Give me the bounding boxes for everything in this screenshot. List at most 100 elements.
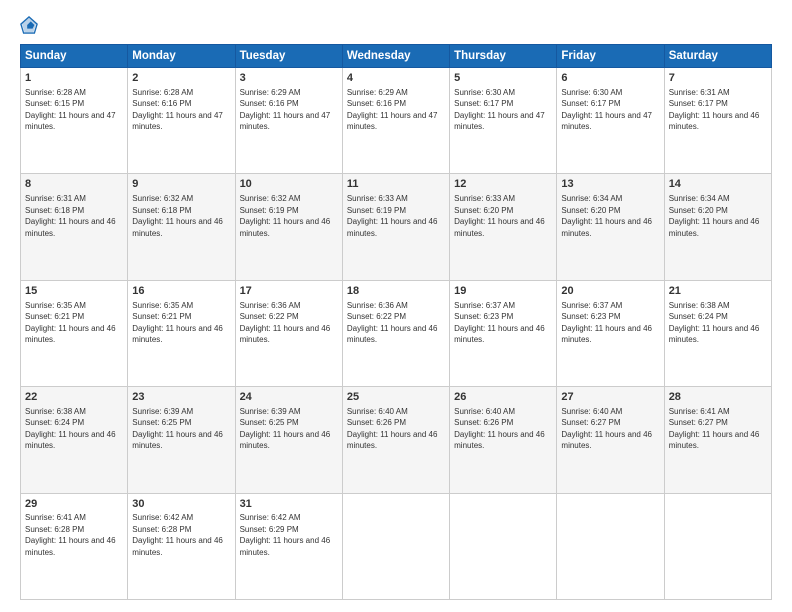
- day-info: Sunrise: 6:42 AMSunset: 6:29 PMDaylight:…: [240, 513, 331, 556]
- day-number: 13: [561, 177, 659, 192]
- calendar-day-header: Sunday: [21, 45, 128, 68]
- day-number: 9: [132, 177, 230, 192]
- day-number: 5: [454, 71, 552, 86]
- day-number: 17: [240, 284, 338, 299]
- calendar-cell: 9 Sunrise: 6:32 AMSunset: 6:18 PMDaylight…: [128, 174, 235, 280]
- calendar-week-row: 1 Sunrise: 6:28 AMSunset: 6:15 PMDaylight…: [21, 68, 772, 174]
- calendar-cell: 24 Sunrise: 6:39 AMSunset: 6:25 PMDayligh…: [235, 387, 342, 493]
- day-number: 3: [240, 71, 338, 86]
- day-info: Sunrise: 6:32 AMSunset: 6:19 PMDaylight:…: [240, 194, 331, 237]
- day-number: 14: [669, 177, 767, 192]
- day-number: 7: [669, 71, 767, 86]
- calendar-cell: 10Sunrise: 6:32 AMSunset: 6:19 PMDayligh…: [235, 174, 342, 280]
- day-number: 31: [240, 497, 338, 512]
- day-info: Sunrise: 6:34 AMSunset: 6:20 PMDaylight:…: [669, 194, 760, 237]
- day-info: Sunrise: 6:30 AMSunset: 6:17 PMDaylight:…: [561, 88, 652, 131]
- day-number: 12: [454, 177, 552, 192]
- day-info: Sunrise: 6:31 AMSunset: 6:17 PMDaylight:…: [669, 88, 760, 131]
- day-info: Sunrise: 6:41 AMSunset: 6:27 PMDaylight:…: [669, 407, 760, 450]
- day-info: Sunrise: 6:32 AMSunset: 6:18 PMDaylight:…: [132, 194, 223, 237]
- calendar-cell: 23 Sunrise: 6:39 AMSunset: 6:25 PMDayligh…: [128, 387, 235, 493]
- calendar-cell: [342, 493, 449, 599]
- calendar-day-header: Saturday: [664, 45, 771, 68]
- calendar-cell: 3Sunrise: 6:29 AMSunset: 6:16 PMDaylight…: [235, 68, 342, 174]
- calendar-cell: 14 Sunrise: 6:34 AMSunset: 6:20 PMDayligh…: [664, 174, 771, 280]
- calendar-cell: 27 Sunrise: 6:40 AMSunset: 6:27 PMDayligh…: [557, 387, 664, 493]
- calendar-cell: 16 Sunrise: 6:35 AMSunset: 6:21 PMDayligh…: [128, 280, 235, 386]
- calendar-cell: 11 Sunrise: 6:33 AMSunset: 6:19 PMDayligh…: [342, 174, 449, 280]
- day-info: Sunrise: 6:38 AMSunset: 6:24 PMDaylight:…: [25, 407, 116, 450]
- day-number: 22: [25, 390, 123, 405]
- day-info: Sunrise: 6:39 AMSunset: 6:25 PMDaylight:…: [240, 407, 331, 450]
- logo-icon: [20, 16, 38, 34]
- day-info: Sunrise: 6:42 AMSunset: 6:28 PMDaylight:…: [132, 513, 223, 556]
- day-info: Sunrise: 6:36 AMSunset: 6:22 PMDaylight:…: [240, 301, 331, 344]
- calendar-cell: [450, 493, 557, 599]
- day-info: Sunrise: 6:29 AMSunset: 6:16 PMDaylight:…: [347, 88, 438, 131]
- day-info: Sunrise: 6:34 AMSunset: 6:20 PMDaylight:…: [561, 194, 652, 237]
- day-info: Sunrise: 6:36 AMSunset: 6:22 PMDaylight:…: [347, 301, 438, 344]
- logo: [20, 16, 46, 34]
- day-number: 23: [132, 390, 230, 405]
- calendar-cell: 4 Sunrise: 6:29 AMSunset: 6:16 PMDaylight…: [342, 68, 449, 174]
- day-info: Sunrise: 6:28 AMSunset: 6:15 PMDaylight:…: [25, 88, 116, 131]
- calendar-cell: 2Sunrise: 6:28 AMSunset: 6:16 PMDaylight…: [128, 68, 235, 174]
- calendar-day-header: Thursday: [450, 45, 557, 68]
- day-number: 16: [132, 284, 230, 299]
- calendar-header-row: SundayMondayTuesdayWednesdayThursdayFrid…: [21, 45, 772, 68]
- day-info: Sunrise: 6:37 AMSunset: 6:23 PMDaylight:…: [561, 301, 652, 344]
- calendar-cell: 13 Sunrise: 6:34 AMSunset: 6:20 PMDayligh…: [557, 174, 664, 280]
- calendar-cell: 29Sunrise: 6:41 AMSunset: 6:28 PMDayligh…: [21, 493, 128, 599]
- day-number: 11: [347, 177, 445, 192]
- calendar-week-row: 29Sunrise: 6:41 AMSunset: 6:28 PMDayligh…: [21, 493, 772, 599]
- calendar-cell: 7 Sunrise: 6:31 AMSunset: 6:17 PMDaylight…: [664, 68, 771, 174]
- calendar-cell: 22 Sunrise: 6:38 AMSunset: 6:24 PMDayligh…: [21, 387, 128, 493]
- day-number: 6: [561, 71, 659, 86]
- day-number: 4: [347, 71, 445, 86]
- calendar-day-header: Wednesday: [342, 45, 449, 68]
- day-number: 20: [561, 284, 659, 299]
- day-number: 25: [347, 390, 445, 405]
- day-info: Sunrise: 6:41 AMSunset: 6:28 PMDaylight:…: [25, 513, 116, 556]
- calendar-cell: 12Sunrise: 6:33 AMSunset: 6:20 PMDayligh…: [450, 174, 557, 280]
- calendar-cell: 5 Sunrise: 6:30 AMSunset: 6:17 PMDaylight…: [450, 68, 557, 174]
- day-number: 21: [669, 284, 767, 299]
- day-info: Sunrise: 6:40 AMSunset: 6:27 PMDaylight:…: [561, 407, 652, 450]
- day-info: Sunrise: 6:38 AMSunset: 6:24 PMDaylight:…: [669, 301, 760, 344]
- calendar-cell: 15Sunrise: 6:35 AMSunset: 6:21 PMDayligh…: [21, 280, 128, 386]
- calendar-week-row: 22 Sunrise: 6:38 AMSunset: 6:24 PMDayligh…: [21, 387, 772, 493]
- calendar-cell: 30Sunrise: 6:42 AMSunset: 6:28 PMDayligh…: [128, 493, 235, 599]
- day-info: Sunrise: 6:40 AMSunset: 6:26 PMDaylight:…: [454, 407, 545, 450]
- calendar-cell: 18 Sunrise: 6:36 AMSunset: 6:22 PMDayligh…: [342, 280, 449, 386]
- calendar-cell: 26 Sunrise: 6:40 AMSunset: 6:26 PMDayligh…: [450, 387, 557, 493]
- day-info: Sunrise: 6:30 AMSunset: 6:17 PMDaylight:…: [454, 88, 545, 131]
- day-info: Sunrise: 6:33 AMSunset: 6:19 PMDaylight:…: [347, 194, 438, 237]
- calendar-day-header: Tuesday: [235, 45, 342, 68]
- header: [20, 16, 772, 34]
- day-number: 30: [132, 497, 230, 512]
- day-number: 24: [240, 390, 338, 405]
- day-number: 27: [561, 390, 659, 405]
- day-number: 15: [25, 284, 123, 299]
- calendar-cell: 8Sunrise: 6:31 AMSunset: 6:18 PMDaylight…: [21, 174, 128, 280]
- day-info: Sunrise: 6:40 AMSunset: 6:26 PMDaylight:…: [347, 407, 438, 450]
- day-number: 28: [669, 390, 767, 405]
- calendar-cell: 19 Sunrise: 6:37 AMSunset: 6:23 PMDayligh…: [450, 280, 557, 386]
- calendar-day-header: Monday: [128, 45, 235, 68]
- calendar-week-row: 15 Sunrise: 6:35 AMSunset: 6:21 PMDayligh…: [21, 280, 772, 386]
- day-info: Sunrise: 6:35 AMSunset: 6:21 PMDaylight:…: [132, 301, 223, 344]
- calendar-cell: 31Sunrise: 6:42 AMSunset: 6:29 PMDayligh…: [235, 493, 342, 599]
- calendar-cell: [557, 493, 664, 599]
- day-info: Sunrise: 6:28 AMSunset: 6:16 PMDaylight:…: [132, 88, 223, 131]
- calendar-cell: 28 Sunrise: 6:41 AMSunset: 6:27 PMDayligh…: [664, 387, 771, 493]
- day-info: Sunrise: 6:37 AMSunset: 6:23 PMDaylight:…: [454, 301, 545, 344]
- day-number: 18: [347, 284, 445, 299]
- day-number: 19: [454, 284, 552, 299]
- day-number: 26: [454, 390, 552, 405]
- calendar-cell: 25 Sunrise: 6:40 AMSunset: 6:26 PMDayligh…: [342, 387, 449, 493]
- calendar-cell: [664, 493, 771, 599]
- page: SundayMondayTuesdayWednesdayThursdayFrid…: [0, 0, 792, 612]
- day-info: Sunrise: 6:39 AMSunset: 6:25 PMDaylight:…: [132, 407, 223, 450]
- day-number: 1: [25, 71, 123, 86]
- day-number: 29: [25, 497, 123, 512]
